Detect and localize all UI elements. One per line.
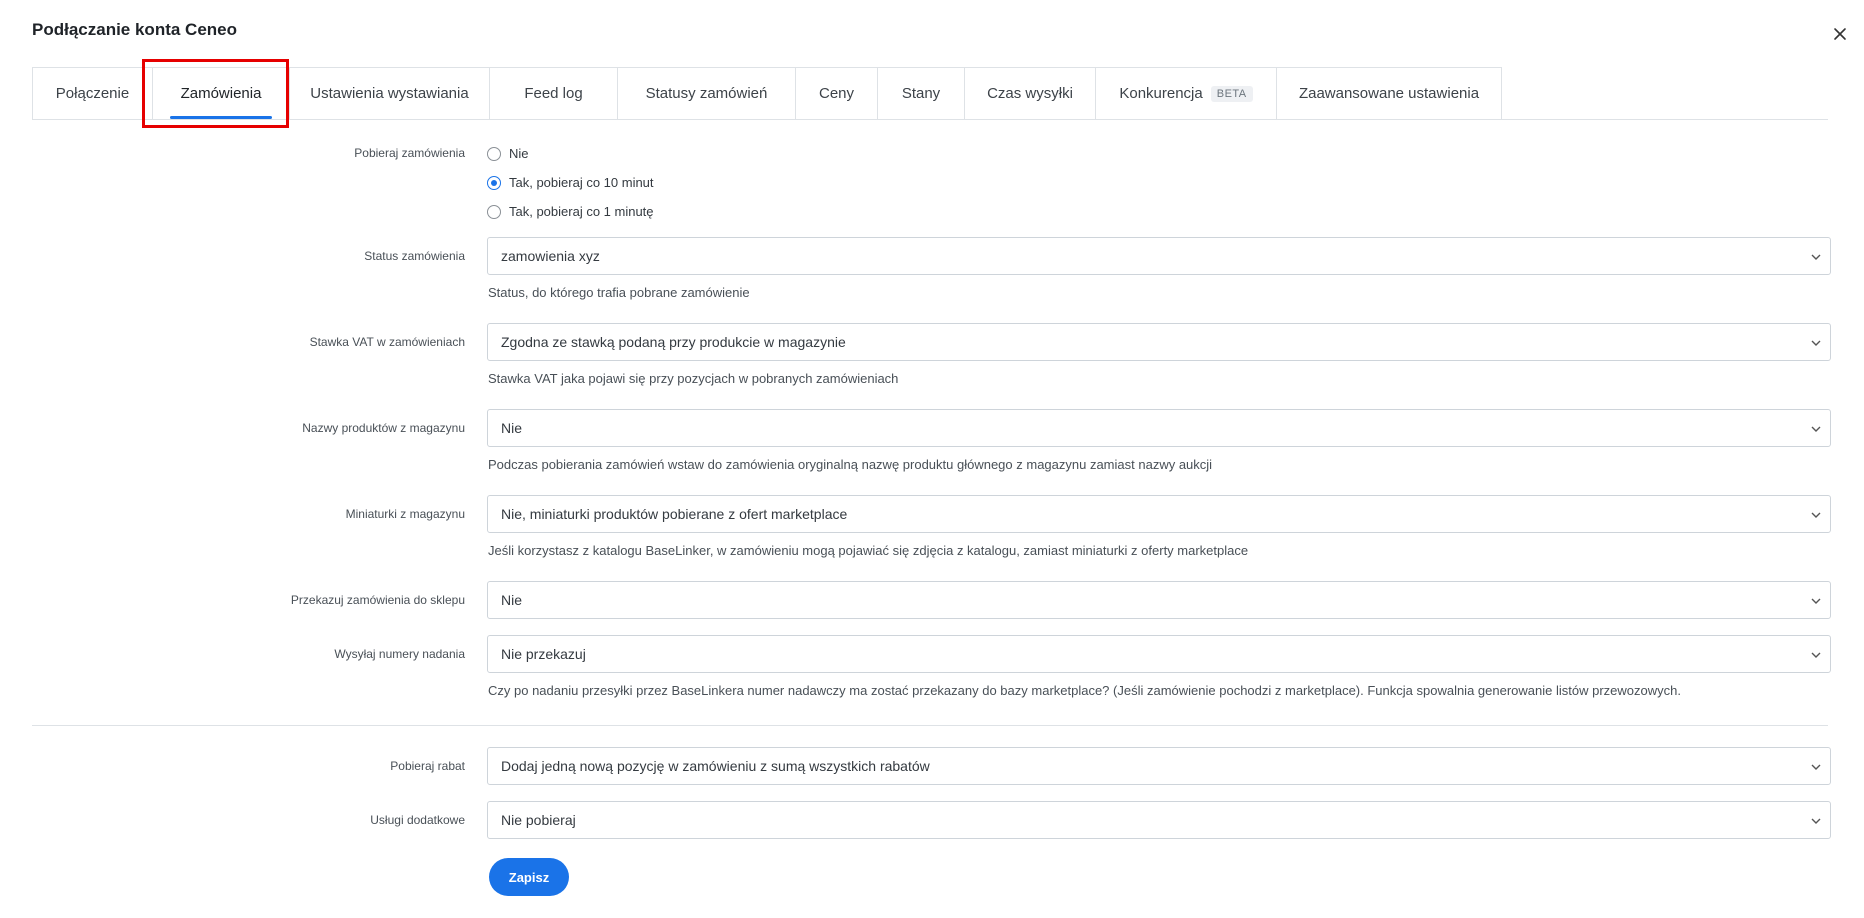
beta-badge: BETA [1210,85,1253,102]
vat-rate-select[interactable]: Zgodna ze stawką podaną przy produkcie w… [487,323,1831,361]
active-tab-indicator [170,116,272,119]
product-names-select[interactable]: Nie [487,409,1831,447]
tracking-numbers-help: Czy po nadaniu przesyłki przez BaseLinke… [488,683,1681,698]
tab-zamowienia[interactable]: Zamówienia [152,67,289,119]
section-divider [32,725,1828,726]
tab-feed-log[interactable]: Feed log [489,67,617,119]
chevron-down-icon [1811,764,1821,770]
radio-button[interactable] [487,204,501,219]
save-button[interactable]: Zapisz [489,858,569,896]
modal-title: Podłączanie konta Ceneo [32,20,237,39]
radio-button[interactable] [487,146,501,161]
order-status-label: Status zamówienia [364,249,465,263]
order-status-help: Status, do którego trafia pobrane zamówi… [488,285,750,300]
chevron-down-icon [1811,254,1821,260]
forward-orders-select[interactable]: Nie [487,581,1831,619]
tab-zaawansowane-ustawienia[interactable]: Zaawansowane ustawienia [1276,67,1502,119]
fetch-orders-option-1min[interactable]: Tak, pobieraj co 1 minutę [487,204,654,219]
chevron-down-icon [1811,426,1821,432]
product-names-label: Nazwy produktów z magazynu [302,421,465,435]
extra-services-select[interactable]: Nie pobieraj [487,801,1831,839]
tracking-numbers-select[interactable]: Nie przekazuj [487,635,1831,673]
fetch-orders-label: Pobieraj zamówienia [354,146,465,160]
tab-statusy-zamowien[interactable]: Statusy zamówień [617,67,795,119]
discount-select[interactable]: Dodaj jedną nową pozycję w zamówieniu z … [487,747,1831,785]
tab-ustawienia-wystawiania[interactable]: Ustawienia wystawiania [289,67,489,119]
chevron-down-icon [1811,652,1821,658]
thumbnails-select[interactable]: Nie, miniaturki produktów pobierane z of… [487,495,1831,533]
vat-rate-label: Stawka VAT w zamówieniach [309,335,465,349]
vat-rate-help: Stawka VAT jaka pojawi się przy pozycjac… [488,371,899,386]
chevron-down-icon [1811,818,1821,824]
tracking-numbers-label: Wysyłaj numery nadania [334,647,465,661]
close-icon[interactable] [1830,24,1850,44]
tab-konkurencja[interactable]: Konkurencja BETA [1095,67,1276,119]
tab-czas-wysylki[interactable]: Czas wysyłki [964,67,1095,119]
radio-button-checked[interactable] [487,175,501,190]
product-names-help: Podczas pobierania zamówień wstaw do zam… [488,457,1213,472]
tab-bar: Połączenie Zamówienia Ustawienia wystawi… [32,67,1828,120]
chevron-down-icon [1811,598,1821,604]
extra-services-label: Usługi dodatkowe [370,813,465,827]
chevron-down-icon [1811,340,1821,346]
chevron-down-icon [1811,512,1821,518]
thumbnails-label: Miniaturki z magazynu [345,507,465,521]
forward-orders-label: Przekazuj zamówienia do sklepu [290,593,465,607]
thumbnails-help: Jeśli korzystasz z katalogu BaseLinker, … [488,543,1249,558]
tab-stany[interactable]: Stany [877,67,964,119]
tab-ceny[interactable]: Ceny [795,67,877,119]
tab-polaczenie[interactable]: Połączenie [32,67,152,119]
fetch-orders-option-no[interactable]: Nie [487,146,529,161]
fetch-orders-option-10min[interactable]: Tak, pobieraj co 10 minut [487,175,654,190]
discount-label: Pobieraj rabat [390,759,465,773]
order-status-select[interactable]: zamowienia xyz [487,237,1831,275]
